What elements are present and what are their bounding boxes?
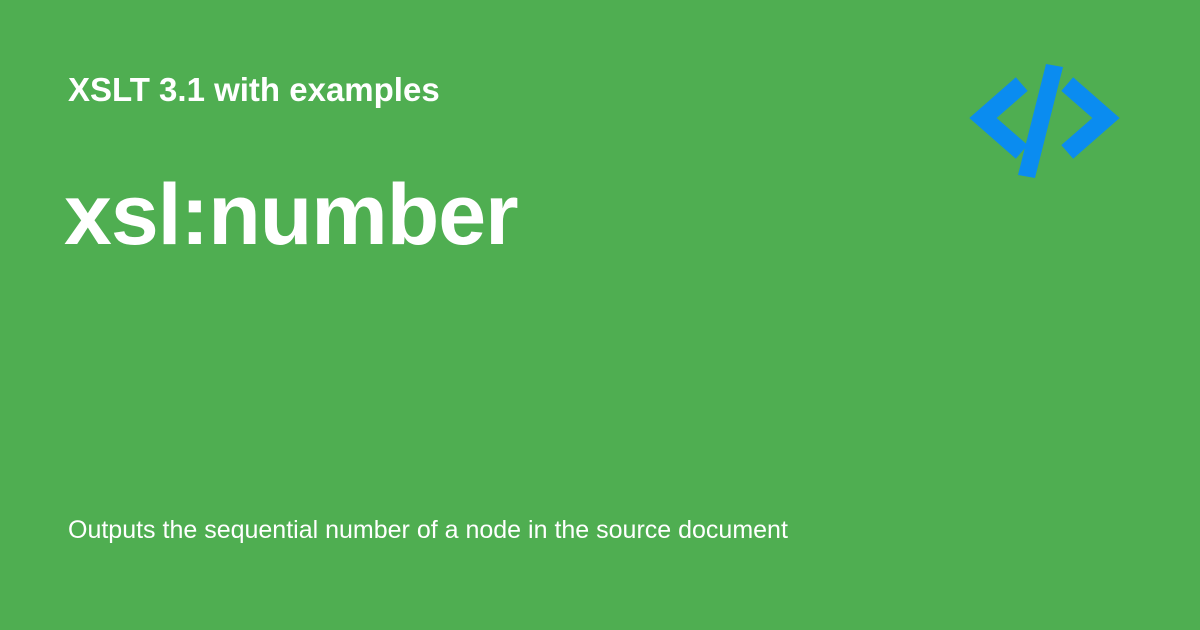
social-preview-card: XSLT 3.1 with examples xsl:number Output… (0, 0, 1200, 630)
page-title: xsl:number (64, 167, 519, 263)
series-subtitle: XSLT 3.1 with examples (68, 71, 440, 108)
code-brackets-icon (969, 64, 1120, 178)
page-description: Outputs the sequential number of a node … (68, 516, 788, 544)
